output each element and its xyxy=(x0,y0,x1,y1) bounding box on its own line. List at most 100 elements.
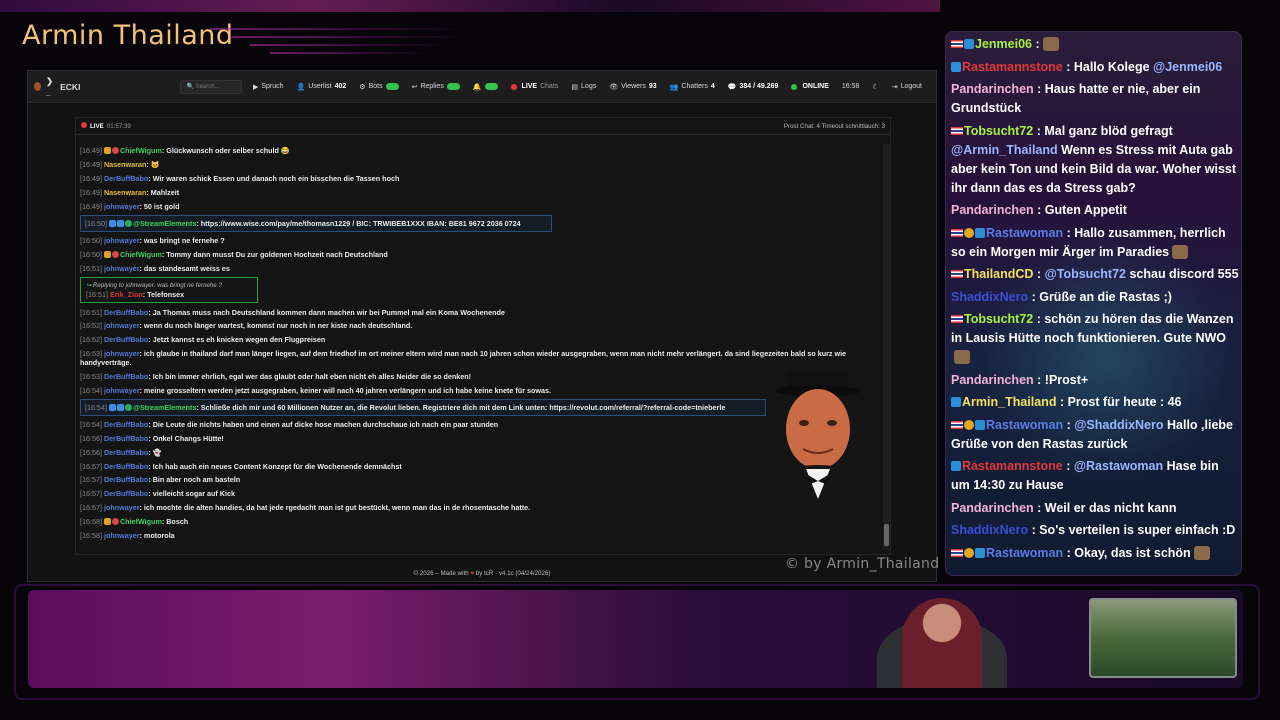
online-dot-icon xyxy=(791,83,798,90)
userlist-button[interactable]: 👤 Userlist 402 xyxy=(292,81,352,93)
chat-message[interactable]: [16:49] Nasenwaran: Mahlzeit xyxy=(80,185,880,199)
bots-toggle[interactable]: ⚙ Bots xyxy=(354,81,403,93)
chat-message[interactable]: [16:52] DerBuffBabo: Jetzt kannst es eh … xyxy=(80,333,880,347)
logs-button[interactable]: ▤ Logs xyxy=(566,81,601,93)
overlay-username: Rastawoman xyxy=(986,545,1064,560)
chat-username[interactable]: Nasenwaran xyxy=(104,188,146,197)
mention: @Rastawoman xyxy=(1073,459,1164,473)
chat-message[interactable]: [16:49] DerBuffBabo: Wir waren schick Es… xyxy=(80,172,880,186)
chat-username[interactable]: ChiefWigum xyxy=(120,146,162,155)
chat-username[interactable]: DerBuffBabo xyxy=(104,475,148,484)
chat-username[interactable]: DerBuffBabo xyxy=(104,308,148,317)
chat-text: : Glückwunsch oder selber schuld 😂 xyxy=(161,146,290,156)
subscriber-badge-icon xyxy=(964,419,974,430)
chat-username[interactable]: johnwayer xyxy=(104,503,140,512)
overlay-text: : Guten Appetit xyxy=(1033,203,1127,217)
live-chats-button[interactable]: LIVE Chats xyxy=(506,81,564,92)
chat-text: : https://www.wise.com/pay/me/thomasn122… xyxy=(196,218,521,228)
chat-text: : meine grosseltern werden jetzt ausgegr… xyxy=(139,385,551,395)
chat-username[interactable]: DerBuffBabo xyxy=(104,448,148,457)
overlay-text: : xyxy=(1033,267,1045,281)
chat-message[interactable]: [16:50] johnwayer: was bringt ne fernehe… xyxy=(80,234,880,248)
chat-text: : 50 ist gold xyxy=(139,201,180,211)
chat-username[interactable]: DerBuffBabo xyxy=(104,174,148,183)
chat-username[interactable]: johnwayer xyxy=(104,531,140,540)
overlay-username: Rastamannstone xyxy=(962,59,1063,74)
timestamp: [16:50] xyxy=(80,236,104,246)
replies-switch[interactable] xyxy=(446,83,460,90)
brand[interactable]: ❯_ ECKI xyxy=(34,76,80,97)
heart-icon: ♥ xyxy=(470,570,475,577)
chat-message[interactable]: [16:53] johnwayer: ich glaube in thailan… xyxy=(80,347,880,370)
chat-message[interactable]: [16:50] ChiefWigum: Tommy dann musst Du … xyxy=(80,248,880,262)
subscriber-badge-icon xyxy=(103,147,111,155)
reply-reference[interactable]: ↪ Replying to johnwayer: was bringt ne f… xyxy=(86,281,252,290)
broadcaster-badge-icon xyxy=(108,219,116,227)
vip-badge-icon xyxy=(111,147,119,155)
replies-toggle[interactable]: ↩ Replies xyxy=(407,81,465,93)
chat-username[interactable]: ChiefWigum xyxy=(120,517,162,526)
chat-username[interactable]: DerBuffBabo xyxy=(104,434,148,443)
overlay-chat-message: Rastawoman : Okay, das ist schön xyxy=(950,543,1240,566)
chat-username[interactable]: @StreamElements xyxy=(133,219,196,228)
chat-username[interactable]: DerBuffBabo xyxy=(104,335,148,344)
chat-username[interactable]: DerBuffBabo xyxy=(104,420,148,429)
bots-switch[interactable] xyxy=(385,83,399,90)
chat-username[interactable]: johnwayer xyxy=(104,202,140,211)
overlay-message-list: Jenmei06 : Rastamannstone : Hallo Kolege … xyxy=(950,34,1240,565)
chat-username[interactable]: DerBuffBabo xyxy=(104,489,148,498)
chat-username[interactable]: johnwayer xyxy=(104,236,140,245)
chat-username[interactable]: ChiefWigum xyxy=(120,250,162,259)
subscriber-badge-icon xyxy=(964,227,974,238)
chat-message[interactable]: [16:52] johnwayer: wenn du noch länger w… xyxy=(80,319,880,333)
chat-username[interactable]: johnwayer xyxy=(104,264,140,273)
chat-message[interactable]: [16:54] @StreamElements: Schließe dich m… xyxy=(80,398,766,416)
overlay-chat-message: Rastawoman : @ShaddixNero Hallo ,liebe G… xyxy=(950,415,1240,457)
timestamp: [16:52] xyxy=(80,321,104,331)
chat-username[interactable]: johnwayer xyxy=(104,386,140,395)
top-decoration xyxy=(0,0,940,12)
broadcaster-badge-icon xyxy=(975,419,985,430)
sound-switch[interactable] xyxy=(484,83,498,90)
overlay-text: : So's verteilen is super einfach :D xyxy=(1028,523,1236,537)
chat-message[interactable]: [16:50] @StreamElements: https://www.wis… xyxy=(80,214,552,232)
chat-message[interactable]: [16:58] johnwayer: motorola xyxy=(80,528,880,542)
chat-message[interactable]: [16:51] DerBuffBabo: Ja Thomas muss nach… xyxy=(80,305,880,319)
overlay-text: schau discord 555 xyxy=(1125,267,1239,281)
chat-username[interactable]: johnwayer xyxy=(104,321,140,330)
timestamp: [16:56] xyxy=(80,434,104,444)
reply-icon: ↩ xyxy=(411,83,418,91)
bot-badge-icon xyxy=(116,403,124,411)
scrollbar-thumb[interactable] xyxy=(884,524,889,546)
chat-username[interactable]: DerBuffBabo xyxy=(104,462,148,471)
brand-avatar-icon xyxy=(34,82,41,91)
moon-icon: ☾ xyxy=(872,83,879,91)
timestamp: [16:57] xyxy=(80,475,104,485)
overlay-text: : !Prost+ xyxy=(1033,372,1089,387)
chat-username[interactable]: DerBuffBabo xyxy=(104,372,148,381)
reply-message[interactable]: ↪ Replying to johnwayer: was bringt ne f… xyxy=(80,277,258,304)
chat-text: : Ich hab auch ein neues Content Konzept… xyxy=(148,461,402,471)
chat-username[interactable]: Nasenwaran xyxy=(104,160,146,169)
quote-icon: ▶ xyxy=(252,83,259,91)
chat-message[interactable]: [16:49] Nasenwaran: 🐱 xyxy=(80,158,880,172)
chat-message[interactable]: [16:49] ChiefWigum: Glückwunsch oder sel… xyxy=(80,144,880,158)
chat-username[interactable]: @StreamElements xyxy=(133,403,196,412)
spruch-button[interactable]: ▶ Spruch xyxy=(248,81,289,93)
chat-message[interactable]: [16:49] johnwayer: 50 ist gold xyxy=(80,199,880,213)
chatters-button[interactable]: 👥 Chatters 4 xyxy=(665,81,720,93)
logout-button[interactable]: ⇥ Logout xyxy=(887,81,927,93)
overlay-username: ShaddixNero xyxy=(951,523,1029,537)
thailand-flag-icon xyxy=(951,420,963,429)
theme-toggle[interactable]: ☾ xyxy=(867,81,883,93)
search-input[interactable]: 🔍 Search... xyxy=(180,79,242,94)
thailand-flag-icon xyxy=(951,548,963,557)
chat-username[interactable]: johnwayer xyxy=(104,349,140,358)
sound-toggle[interactable]: 🔔 xyxy=(468,81,503,93)
chat-message[interactable]: [16:51] johnwayer: das standesamt weiss … xyxy=(80,261,880,275)
overlay-text: : Okay, das ist schön xyxy=(1063,545,1191,560)
viewers-button[interactable]: 👁 Viewers 93 xyxy=(604,81,661,93)
chat-username[interactable]: Erik_Zion xyxy=(110,290,143,299)
logout-icon: ⇥ xyxy=(891,83,898,91)
timestamp: [16:56] xyxy=(80,447,104,457)
